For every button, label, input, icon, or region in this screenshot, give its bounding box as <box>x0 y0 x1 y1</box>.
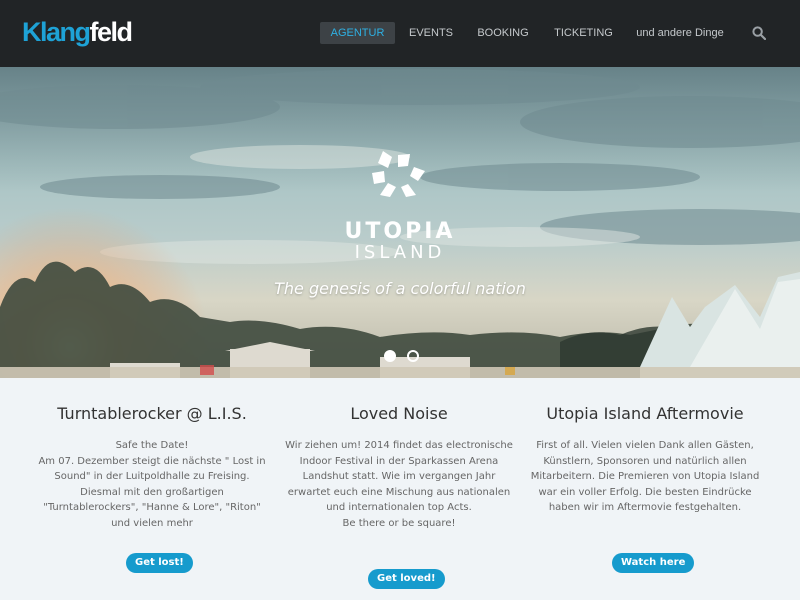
main-nav: AGENTUR EVENTS BOOKING TICKETING und and… <box>0 22 800 44</box>
nav-item-agentur[interactable]: AGENTUR <box>320 22 395 44</box>
hero-slider: UTOPIA ISLAND The genesis of a colorful … <box>0 67 800 378</box>
slide-dot-2[interactable] <box>407 350 419 362</box>
teaser-loved-noise: Loved Noise Wir ziehen um! 2014 findet d… <box>274 404 524 532</box>
utopia-island-logo-icon <box>372 151 425 197</box>
get-lost-button[interactable]: Get lost! <box>126 553 193 573</box>
slide-dot-1[interactable] <box>384 350 396 362</box>
teaser-text: Wir ziehen um! 2014 findet das electroni… <box>274 438 524 532</box>
hero-title-island: ISLAND <box>354 242 446 263</box>
teaser-turntablerocker: Turntablerocker @ L.I.S. Safe the Date! … <box>27 404 277 532</box>
teaser-title: Turntablerocker @ L.I.S. <box>57 404 247 423</box>
teaser-text-line: Safe the Date! <box>115 440 189 451</box>
hero-tagline: The genesis of a colorful nation <box>274 279 526 298</box>
nav-item-events[interactable]: EVENTS <box>402 22 460 44</box>
teaser-title: Utopia Island Aftermovie <box>546 404 744 423</box>
search-icon[interactable] <box>752 26 766 40</box>
teaser-utopia-aftermovie: Utopia Island Aftermovie First of all. V… <box>520 404 770 516</box>
teaser-text: First of all. Vielen vielen Dank allen G… <box>520 438 770 516</box>
teaser-text: Safe the Date! Am 07. Dezember steigt di… <box>27 438 277 532</box>
get-loved-button[interactable]: Get loved! <box>368 569 445 589</box>
watch-here-button[interactable]: Watch here <box>612 553 695 573</box>
nav-item-und-andere-dinge[interactable]: und andere Dinge <box>630 22 730 44</box>
teaser-text-line: First of all. Vielen vielen Dank allen G… <box>530 440 760 514</box>
site-header: Klangfeld AGENTUR EVENTS BOOKING TICKETI… <box>0 0 800 67</box>
teaser-text-line: Wir ziehen um! 2014 findet das electroni… <box>285 440 513 514</box>
teaser-text-line: Am 07. Dezember steigt die nächste " Los… <box>38 455 266 529</box>
teaser-title: Loved Noise <box>350 404 448 423</box>
teaser-text-line: Be there or be square! <box>342 517 456 529</box>
nav-item-ticketing[interactable]: TICKETING <box>547 22 620 44</box>
nav-item-booking[interactable]: BOOKING <box>471 22 535 44</box>
